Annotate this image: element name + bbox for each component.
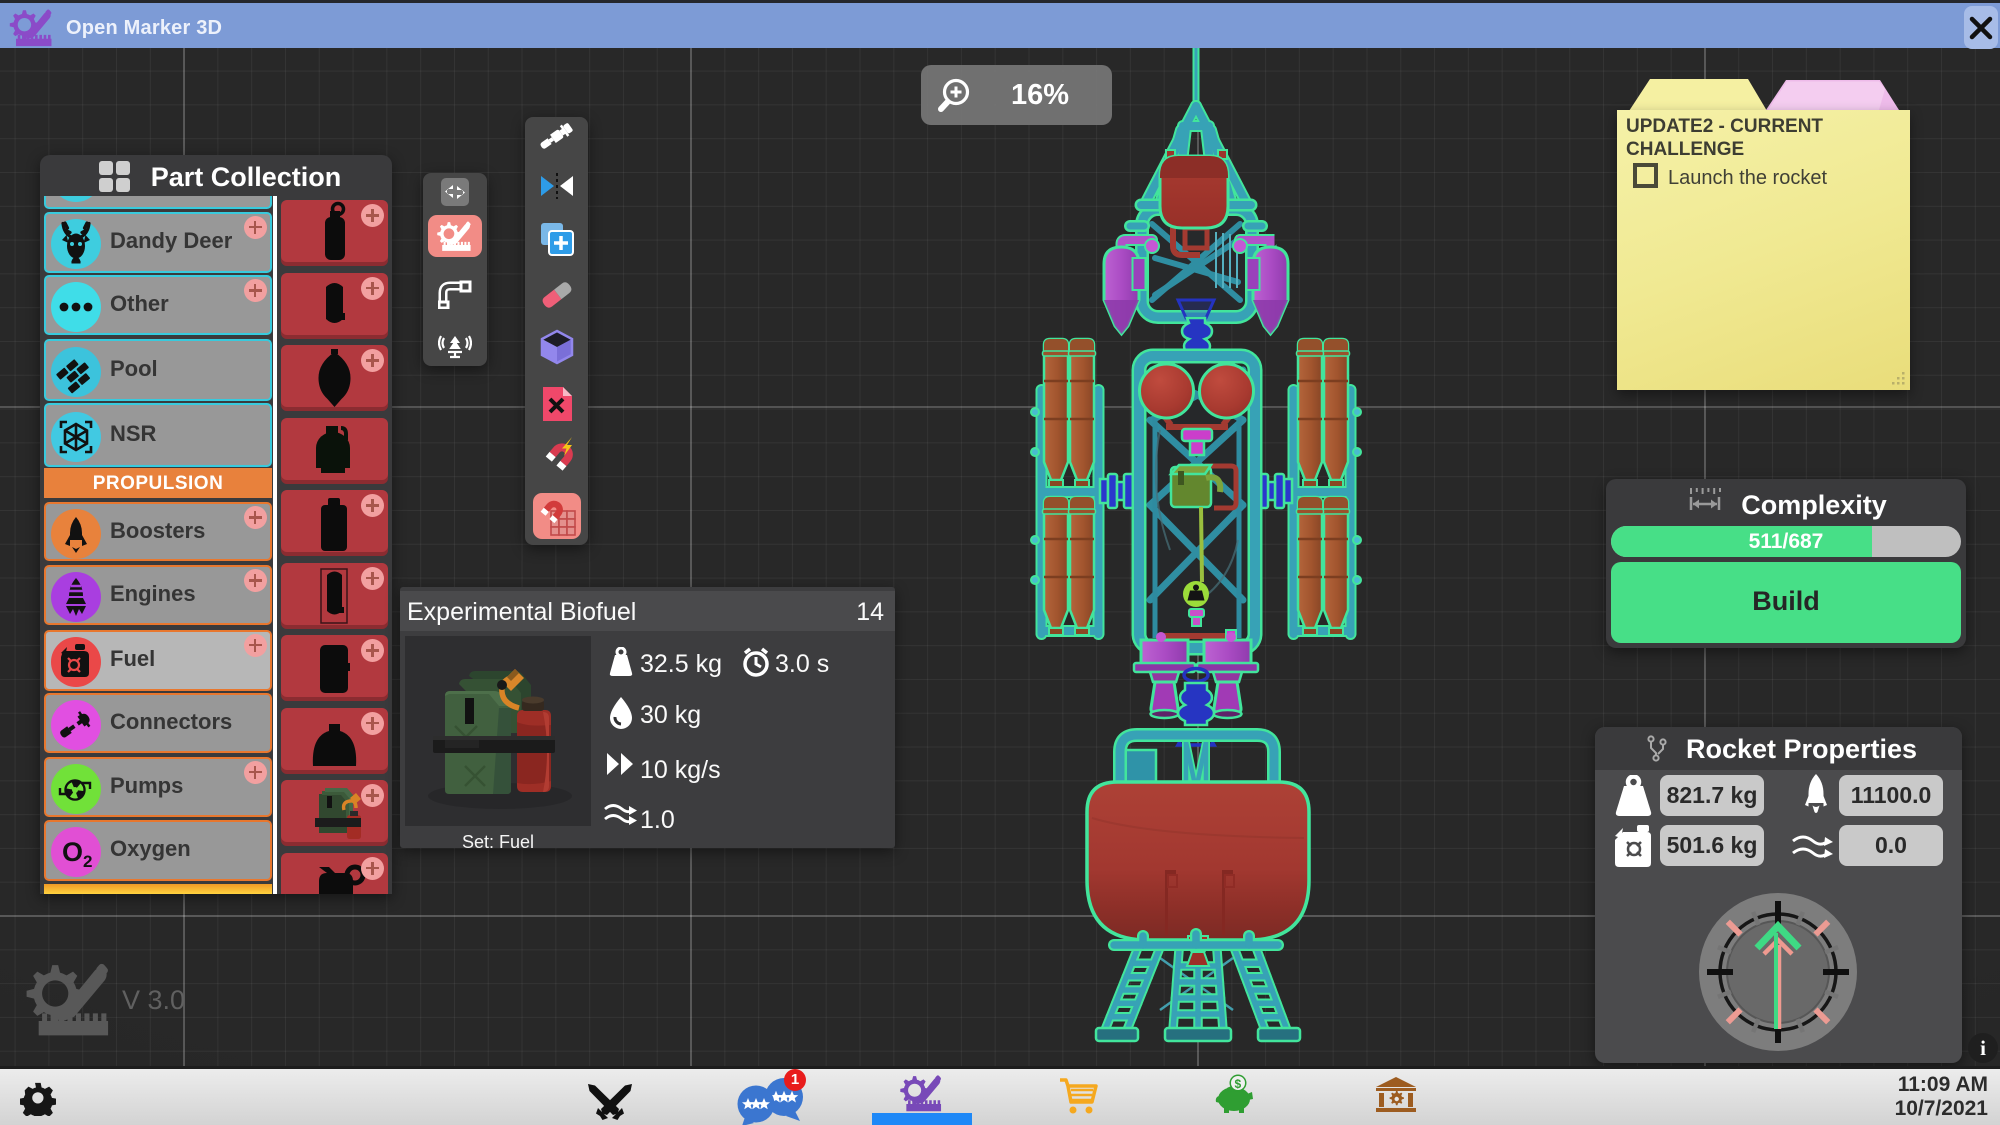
svg-text:2: 2 — [83, 852, 92, 871]
svg-text:$: $ — [1235, 1077, 1242, 1091]
svg-text:O: O — [62, 837, 83, 867]
